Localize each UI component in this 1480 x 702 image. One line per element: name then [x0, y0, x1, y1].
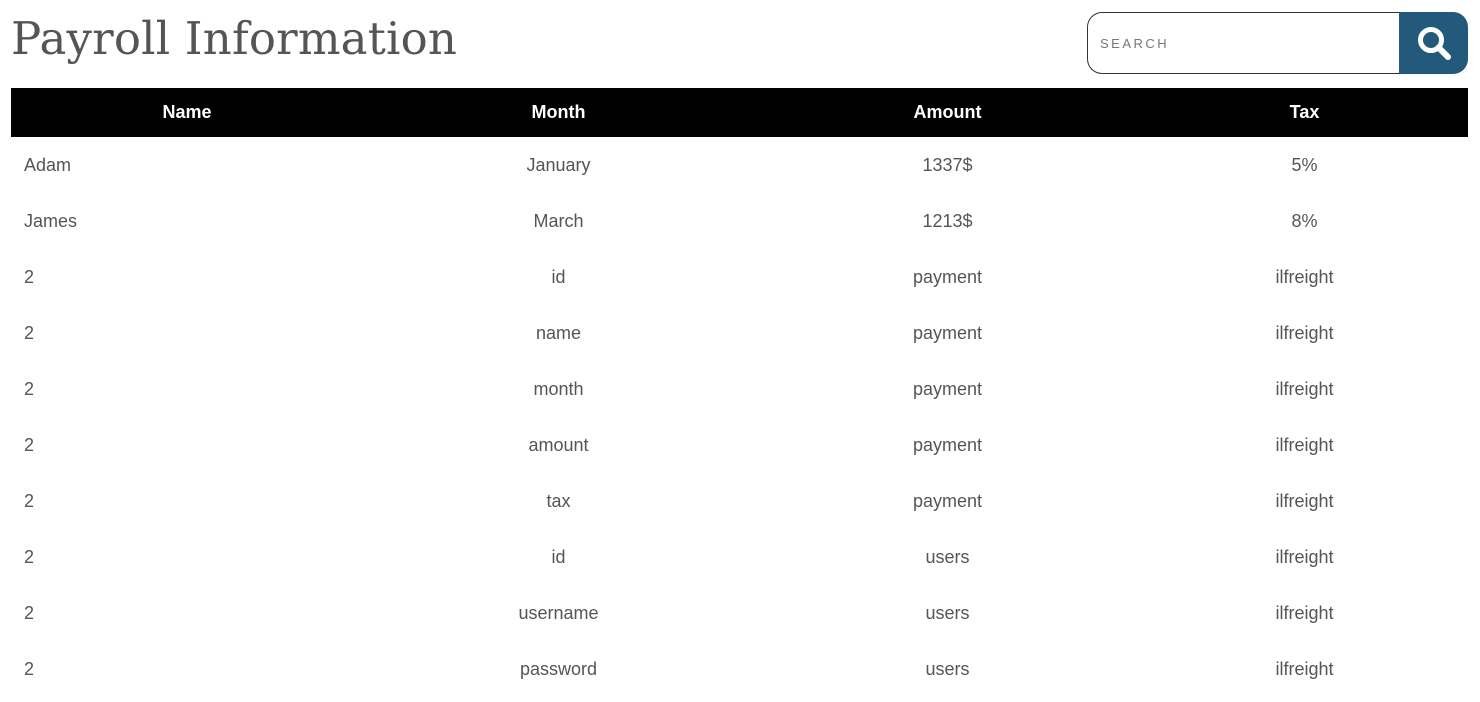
month-cell: id: [551, 266, 566, 287]
tax-cell: ilfreight: [1275, 490, 1334, 511]
column-header-month[interactable]: Month: [363, 88, 754, 137]
search-button[interactable]: [1399, 12, 1468, 74]
table-row: 2 id users ilfreight: [11, 529, 1468, 585]
tax-cell: ilfreight: [1275, 266, 1334, 287]
month-cell: January: [526, 154, 591, 175]
table-row: James March 1213$ 8%: [11, 193, 1468, 249]
amount-cell: payment: [912, 378, 983, 399]
amount-cell: users: [925, 658, 970, 679]
amount-cell: payment: [912, 266, 983, 287]
table-header-row: Name Month Amount Tax: [11, 88, 1468, 137]
search-icon: [1416, 25, 1452, 61]
name-cell: Adam: [24, 154, 72, 175]
month-cell: tax: [546, 490, 571, 511]
table-row: Adam January 1337$ 5%: [11, 137, 1468, 193]
amount-cell: users: [925, 602, 970, 623]
name-cell: 2: [24, 434, 35, 455]
table-row: 2 month payment ilfreight: [11, 361, 1468, 417]
month-cell: id: [551, 546, 566, 567]
table-row: 2 name payment ilfreight: [11, 305, 1468, 361]
name-cell: 2: [24, 546, 35, 567]
search-input[interactable]: [1087, 12, 1399, 74]
month-cell: password: [519, 658, 598, 679]
page-title: Payroll Information: [11, 12, 458, 65]
tax-cell: ilfreight: [1275, 602, 1334, 623]
month-cell: name: [535, 322, 582, 343]
name-cell: 2: [24, 490, 35, 511]
table-row: 2 password users ilfreight: [11, 641, 1468, 697]
amount-cell: payment: [912, 490, 983, 511]
column-header-tax[interactable]: Tax: [1141, 88, 1468, 137]
search-form: [1087, 12, 1468, 74]
table-row: 2 amount payment ilfreight: [11, 417, 1468, 473]
tax-cell: 8%: [1291, 210, 1318, 231]
name-cell: 2: [24, 658, 35, 679]
amount-cell: payment: [912, 434, 983, 455]
month-cell: month: [533, 378, 584, 399]
name-cell: James: [24, 210, 78, 231]
amount-cell: 1337$: [922, 154, 973, 175]
month-cell: username: [518, 602, 599, 623]
name-cell: 2: [24, 602, 35, 623]
table-row: 2 username users ilfreight: [11, 585, 1468, 641]
tax-cell: ilfreight: [1275, 322, 1334, 343]
table-row: 2 id payment ilfreight: [11, 249, 1468, 305]
column-header-amount[interactable]: Amount: [754, 88, 1141, 137]
payroll-table: Name Month Amount Tax Adam January 1337$…: [11, 88, 1468, 697]
amount-cell: payment: [912, 322, 983, 343]
name-cell: 2: [24, 322, 35, 343]
amount-cell: users: [925, 546, 970, 567]
name-cell: 2: [24, 266, 35, 287]
table-row: 2 tax payment ilfreight: [11, 473, 1468, 529]
month-cell: March: [533, 210, 584, 231]
tax-cell: ilfreight: [1275, 546, 1334, 567]
tax-cell: ilfreight: [1275, 434, 1334, 455]
amount-cell: 1213$: [922, 210, 973, 231]
tax-cell: 5%: [1291, 154, 1318, 175]
month-cell: amount: [528, 434, 589, 455]
name-cell: 2: [24, 378, 35, 399]
tax-cell: ilfreight: [1275, 378, 1334, 399]
column-header-name[interactable]: Name: [11, 88, 363, 137]
tax-cell: ilfreight: [1275, 658, 1334, 679]
